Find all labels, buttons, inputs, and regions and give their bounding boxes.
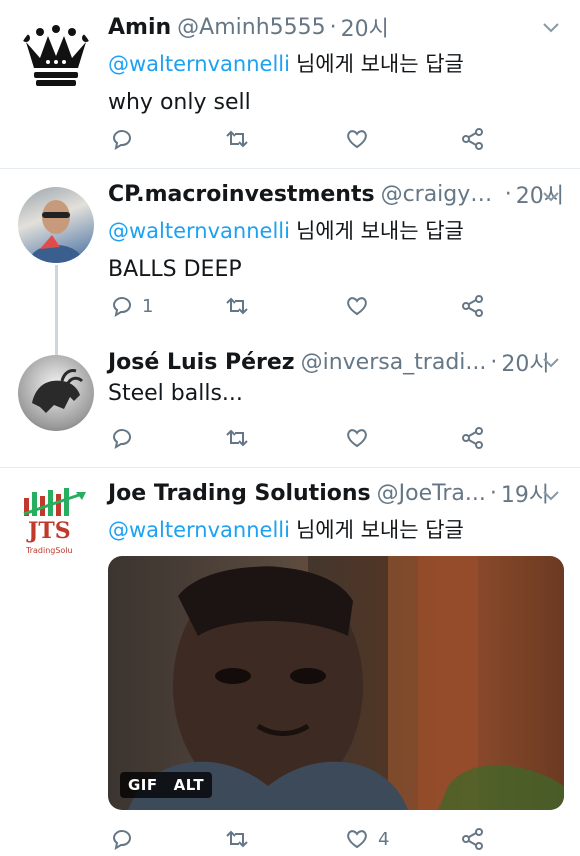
tweet-actions bbox=[108, 126, 488, 156]
tweet[interactable]: JTS TradingSolu Joe Trading Solutions @J… bbox=[0, 468, 580, 854]
chevron-down-icon[interactable] bbox=[542, 486, 560, 504]
reply-context-text: 님에게 보내는 답글 bbox=[295, 518, 464, 542]
separator-dot: · bbox=[489, 480, 497, 506]
share-icon bbox=[462, 295, 483, 317]
retweet-icon bbox=[226, 297, 248, 315]
avatar-bull-icon[interactable] bbox=[18, 355, 94, 431]
separator-dot: · bbox=[329, 14, 337, 40]
retweet-button[interactable] bbox=[224, 126, 258, 152]
user-handle[interactable]: @craigyy... bbox=[381, 182, 501, 207]
heart-icon bbox=[347, 429, 367, 448]
jts-logo-subtext: TradingSolu bbox=[26, 546, 73, 555]
like-button[interactable] bbox=[344, 126, 378, 152]
reply-context-text: 님에게 보내는 답글 bbox=[295, 52, 464, 76]
tweet-header: José Luis Pérez @inversa_tradi... · 20시 bbox=[108, 345, 564, 379]
avatar-logo[interactable]: JTS TradingSolu bbox=[18, 484, 94, 560]
display-name[interactable]: Joe Trading Solutions bbox=[108, 481, 371, 506]
reply-context: @walternvannelli 님에게 보내는 답글 bbox=[108, 48, 564, 78]
share-button[interactable] bbox=[460, 425, 486, 451]
gif-badge: GIF bbox=[120, 772, 166, 798]
reply-count: 1 bbox=[142, 295, 154, 317]
share-button[interactable] bbox=[460, 293, 486, 319]
reply-icon bbox=[112, 830, 131, 851]
share-button[interactable] bbox=[460, 126, 486, 152]
alt-badge[interactable]: ALT bbox=[165, 772, 213, 798]
reply-button[interactable] bbox=[108, 126, 142, 152]
tweet-header: Joe Trading Solutions @JoeTra... · 19시 bbox=[108, 476, 564, 510]
avatar-crown-icon[interactable] bbox=[18, 22, 94, 98]
like-button[interactable] bbox=[344, 425, 378, 451]
like-button[interactable]: 4 bbox=[344, 826, 389, 852]
jts-logo-text: JTS bbox=[28, 518, 71, 544]
retweet-button[interactable] bbox=[224, 293, 258, 319]
reply-context: @walternvannelli 님에게 보내는 답글 bbox=[108, 514, 564, 544]
retweet-icon bbox=[226, 830, 248, 848]
like-count: 4 bbox=[378, 828, 390, 850]
reply-button[interactable] bbox=[108, 826, 142, 852]
reply-icon bbox=[112, 297, 131, 318]
tweet[interactable]: CP.macroinvestments @craigyy... · 20시 @w… bbox=[0, 169, 580, 355]
timestamp[interactable]: 20시 bbox=[341, 11, 389, 43]
tweet-actions: 1 bbox=[108, 293, 488, 323]
share-button[interactable] bbox=[460, 826, 486, 852]
tweet-actions bbox=[108, 425, 488, 455]
tweet-text: BALLS DEEP bbox=[108, 257, 242, 282]
chevron-down-icon[interactable] bbox=[542, 353, 560, 371]
reply-button[interactable]: 1 bbox=[108, 293, 153, 319]
gif-media[interactable]: GIF ALT bbox=[108, 556, 564, 810]
user-handle[interactable]: @Aminh5555 bbox=[177, 15, 325, 40]
separator-dot: · bbox=[504, 181, 512, 207]
reply-to-handle[interactable]: @walternvannelli bbox=[108, 219, 290, 243]
like-button[interactable] bbox=[344, 293, 378, 319]
reply-to-handle[interactable]: @walternvannelli bbox=[108, 52, 290, 76]
user-handle[interactable]: @JoeTra... bbox=[377, 481, 486, 506]
tweet[interactable]: Amin @Aminh5555 · 20시 @walternvannelli 님에… bbox=[0, 0, 580, 169]
share-icon bbox=[462, 828, 483, 850]
heart-icon bbox=[347, 297, 367, 316]
display-name[interactable]: José Luis Pérez bbox=[108, 350, 295, 375]
share-icon bbox=[462, 427, 483, 449]
display-name[interactable]: Amin bbox=[108, 15, 171, 40]
reply-icon bbox=[112, 429, 131, 450]
tweet-header: Amin @Aminh5555 · 20시 bbox=[108, 10, 564, 44]
reply-button[interactable] bbox=[108, 425, 142, 451]
tweet-header: CP.macroinvestments @craigyy... · 20시 bbox=[108, 177, 564, 211]
reply-context: @walternvannelli 님에게 보내는 답글 bbox=[108, 215, 564, 245]
tweet-actions: 4 bbox=[108, 826, 488, 856]
user-handle[interactable]: @inversa_tradi... bbox=[301, 350, 487, 375]
heart-icon bbox=[347, 830, 367, 849]
chevron-down-icon[interactable] bbox=[542, 18, 560, 36]
separator-dot: · bbox=[490, 349, 498, 375]
reply-icon bbox=[112, 130, 131, 151]
retweet-button[interactable] bbox=[224, 826, 258, 852]
avatar[interactable] bbox=[18, 187, 94, 263]
tweet-text: Steel balls... bbox=[108, 381, 243, 406]
share-icon bbox=[462, 128, 483, 150]
tweet-text: why only sell bbox=[108, 90, 251, 115]
reply-context-text: 님에게 보내는 답글 bbox=[295, 219, 464, 243]
display-name[interactable]: CP.macroinvestments bbox=[108, 182, 375, 207]
heart-icon bbox=[347, 130, 367, 149]
retweet-icon bbox=[226, 130, 248, 148]
reply-to-handle[interactable]: @walternvannelli bbox=[108, 518, 290, 542]
retweet-button[interactable] bbox=[224, 425, 258, 451]
tweet[interactable]: José Luis Pérez @inversa_tradi... · 20시 … bbox=[0, 339, 580, 468]
chevron-down-icon[interactable] bbox=[542, 187, 560, 205]
retweet-icon bbox=[226, 429, 248, 447]
